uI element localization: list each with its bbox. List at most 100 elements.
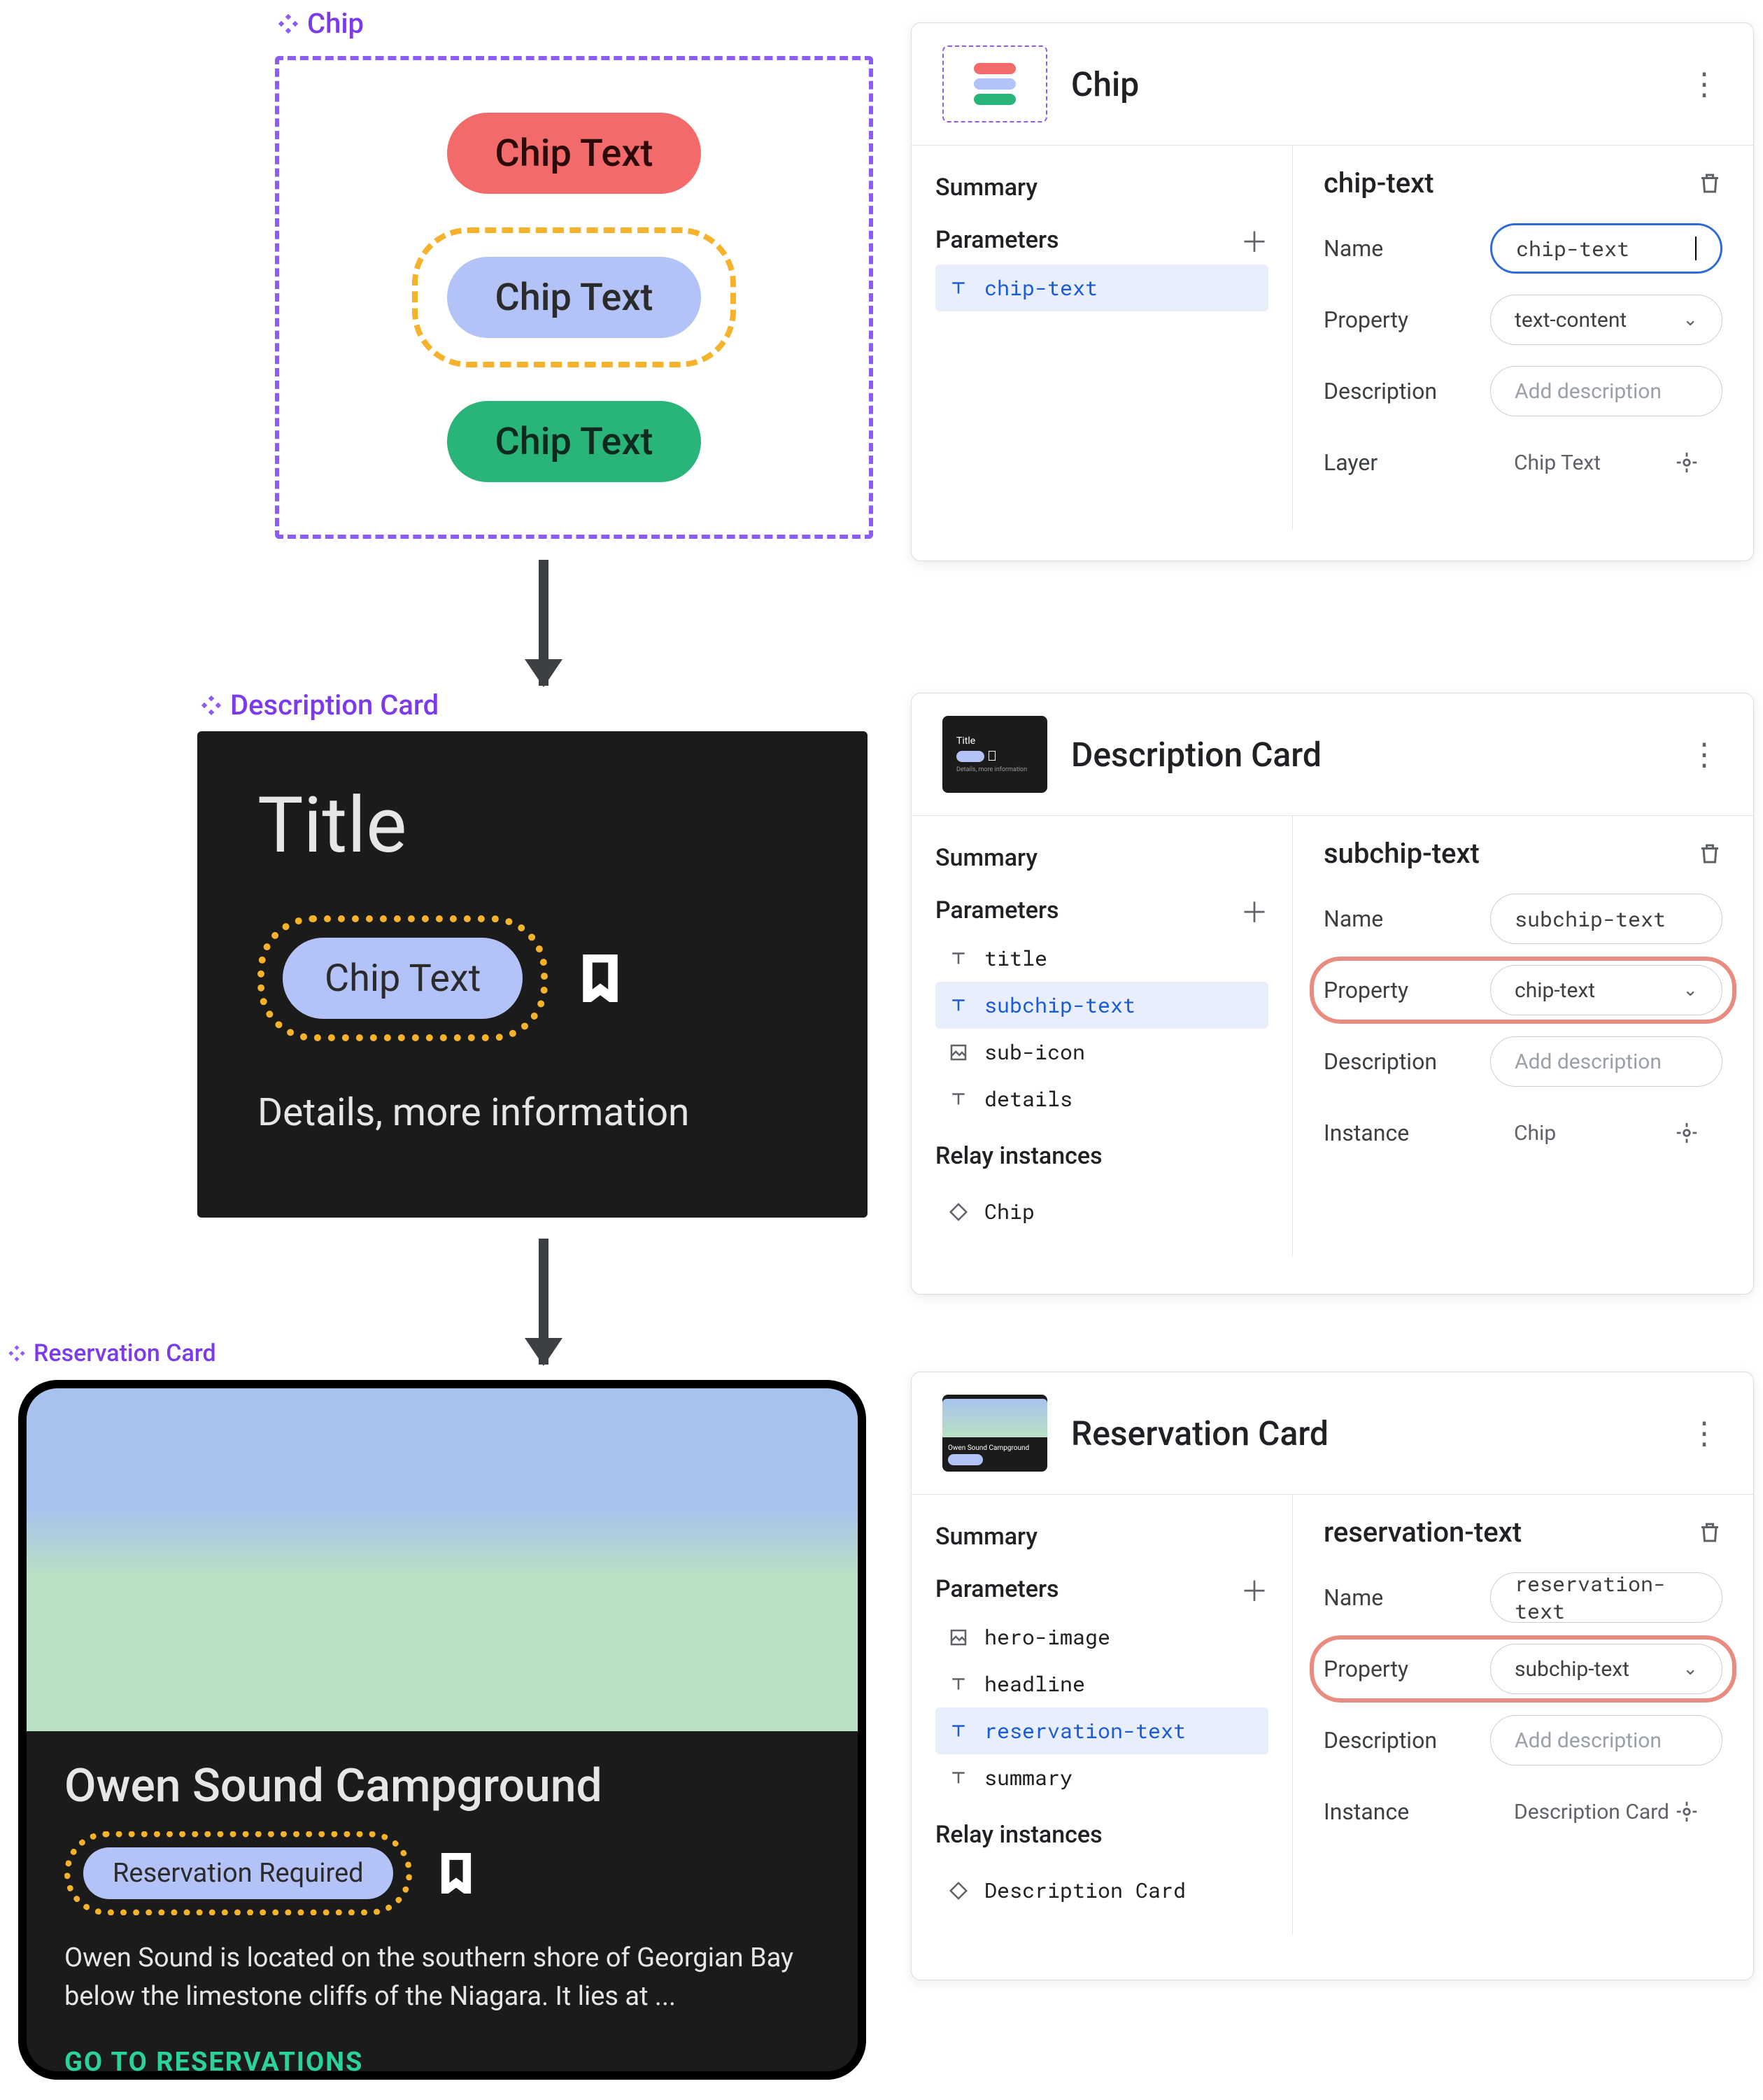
reservation-card: Owen Sound Campground Reservation Requir… <box>18 1380 866 2080</box>
section-summary[interactable]: Summary <box>935 174 1268 202</box>
description-input[interactable]: Add description <box>1490 366 1722 416</box>
chip-selection-outline: Reservation Required <box>64 1831 412 1915</box>
panel-res: Owen Sound Campground Reservation Card ⋮… <box>911 1372 1754 1980</box>
param-label: headline <box>984 1670 1085 1698</box>
param-sub-icon[interactable]: sub-icon <box>935 1029 1268 1076</box>
panel-thumbnail: Owen Sound Campground <box>942 1395 1047 1472</box>
component-label-desc: Description Card <box>199 689 439 721</box>
chip-variant-red[interactable]: Chip Text <box>447 113 700 194</box>
param-headline[interactable]: headline <box>935 1661 1268 1707</box>
label-description: Description <box>1324 1048 1471 1075</box>
label-property: Property <box>1324 306 1471 333</box>
delete-icon[interactable] <box>1697 171 1722 196</box>
property-select[interactable]: text-content⌄ <box>1490 295 1722 345</box>
panel-title: Chip <box>1071 64 1139 104</box>
param-label: details <box>984 1085 1072 1113</box>
section-relay-instances: Relay instances <box>935 1142 1268 1170</box>
instance-readonly: Description Card <box>1490 1787 1722 1837</box>
target-icon[interactable] <box>1675 451 1699 474</box>
panel-thumbnail: Title Details, more information <box>942 716 1047 793</box>
label-instance: Instance <box>1324 1798 1471 1825</box>
res-headline: Owen Sound Campground <box>64 1759 820 1813</box>
text-type-icon <box>948 1768 969 1789</box>
more-menu-icon[interactable]: ⋮ <box>1689 736 1722 773</box>
section-parameters: Parameters <box>935 226 1058 254</box>
image-type-icon <box>948 1042 969 1063</box>
label-instance: Instance <box>1324 1120 1471 1146</box>
text-type-icon <box>948 278 969 299</box>
text-type-icon <box>948 995 969 1016</box>
param-reservation-text[interactable]: reservation-text <box>935 1707 1268 1754</box>
param-label: summary <box>984 1764 1072 1791</box>
chip-selection-outline: Chip Text <box>257 915 548 1041</box>
instance-readonly: Chip <box>1490 1108 1722 1158</box>
description-card: Title Chip Text Details, more informatio… <box>197 731 868 1218</box>
label-description: Description <box>1324 378 1471 404</box>
component-icon <box>199 693 223 717</box>
add-parameter-button[interactable]: ＋ <box>1240 220 1268 260</box>
more-menu-icon[interactable]: ⋮ <box>1689 1415 1722 1451</box>
arrow-down-icon <box>539 1239 548 1365</box>
text-type-icon <box>948 948 969 969</box>
param-summary[interactable]: summary <box>935 1754 1268 1801</box>
detail-title: chip-text <box>1324 167 1434 199</box>
add-parameter-button[interactable]: ＋ <box>1240 890 1268 931</box>
desc-details: Details, more information <box>257 1090 807 1135</box>
res-chip[interactable]: Reservation Required <box>83 1847 393 1899</box>
param-chip-text[interactable]: chip-text <box>935 265 1268 311</box>
component-icon <box>7 1344 27 1363</box>
description-input[interactable]: Add description <box>1490 1715 1722 1766</box>
param-label: subchip-text <box>984 992 1135 1019</box>
label-name: Name <box>1324 905 1471 932</box>
detail-title: reservation-text <box>1324 1516 1522 1549</box>
panel-chip: Chip ⋮ Summary Parameters ＋ chip-text ch… <box>911 22 1754 561</box>
instance-label: Chip <box>984 1198 1035 1225</box>
delete-icon[interactable] <box>1697 1520 1722 1545</box>
param-details[interactable]: details <box>935 1076 1268 1122</box>
highlight-ring <box>1310 957 1736 1024</box>
hero-image-map <box>27 1388 858 1731</box>
param-subchip-text[interactable]: subchip-text <box>935 982 1268 1029</box>
param-label: chip-text <box>984 274 1098 302</box>
detail-title: subchip-text <box>1324 837 1480 870</box>
highlight-ring <box>1310 1635 1736 1703</box>
target-icon[interactable] <box>1675 1800 1699 1824</box>
bookmark-icon[interactable] <box>440 1853 472 1894</box>
bookmark-icon[interactable] <box>581 954 619 1002</box>
instance-chip[interactable]: Chip <box>935 1188 1268 1235</box>
delete-icon[interactable] <box>1697 841 1722 866</box>
more-menu-icon[interactable]: ⋮ <box>1689 66 1722 102</box>
description-input[interactable]: Add description <box>1490 1036 1722 1087</box>
label-name: Name <box>1324 235 1471 262</box>
cta-go-to-reservations[interactable]: GO TO RESERVATIONS <box>64 2047 820 2078</box>
section-summary[interactable]: Summary <box>935 844 1268 872</box>
name-input[interactable]: subchip-text <box>1490 894 1722 944</box>
panel-title: Reservation Card <box>1071 1414 1329 1453</box>
desc-chip[interactable]: Chip Text <box>283 938 523 1019</box>
component-label-text: Reservation Card <box>34 1339 216 1367</box>
component-label-res: Reservation Card <box>7 1339 216 1367</box>
name-input[interactable]: reservation-text <box>1490 1572 1722 1623</box>
chip-variant-blue[interactable]: Chip Text <box>447 257 700 338</box>
param-label: hero-image <box>984 1623 1110 1651</box>
param-hero-image[interactable]: hero-image <box>935 1614 1268 1661</box>
component-icon <box>276 12 300 36</box>
panel-thumbnail <box>942 45 1047 122</box>
diamond-icon <box>948 1880 969 1901</box>
name-input[interactable]: chip-text <box>1490 223 1722 274</box>
param-label: sub-icon <box>984 1038 1085 1066</box>
res-summary: Owen Sound is located on the southern sh… <box>64 1939 820 2016</box>
param-label: title <box>984 945 1047 972</box>
param-title[interactable]: title <box>935 935 1268 982</box>
label-description: Description <box>1324 1727 1471 1754</box>
label-layer: Layer <box>1324 449 1471 476</box>
layer-readonly: Chip Text <box>1490 437 1722 488</box>
arrow-down-icon <box>539 560 548 686</box>
text-type-icon <box>948 1721 969 1742</box>
section-summary[interactable]: Summary <box>935 1523 1268 1551</box>
param-label: reservation-text <box>984 1717 1186 1745</box>
chip-variant-green[interactable]: Chip Text <box>447 401 700 482</box>
instance-description-card[interactable]: Description Card <box>935 1867 1268 1914</box>
target-icon[interactable] <box>1675 1121 1699 1145</box>
add-parameter-button[interactable]: ＋ <box>1240 1569 1268 1609</box>
